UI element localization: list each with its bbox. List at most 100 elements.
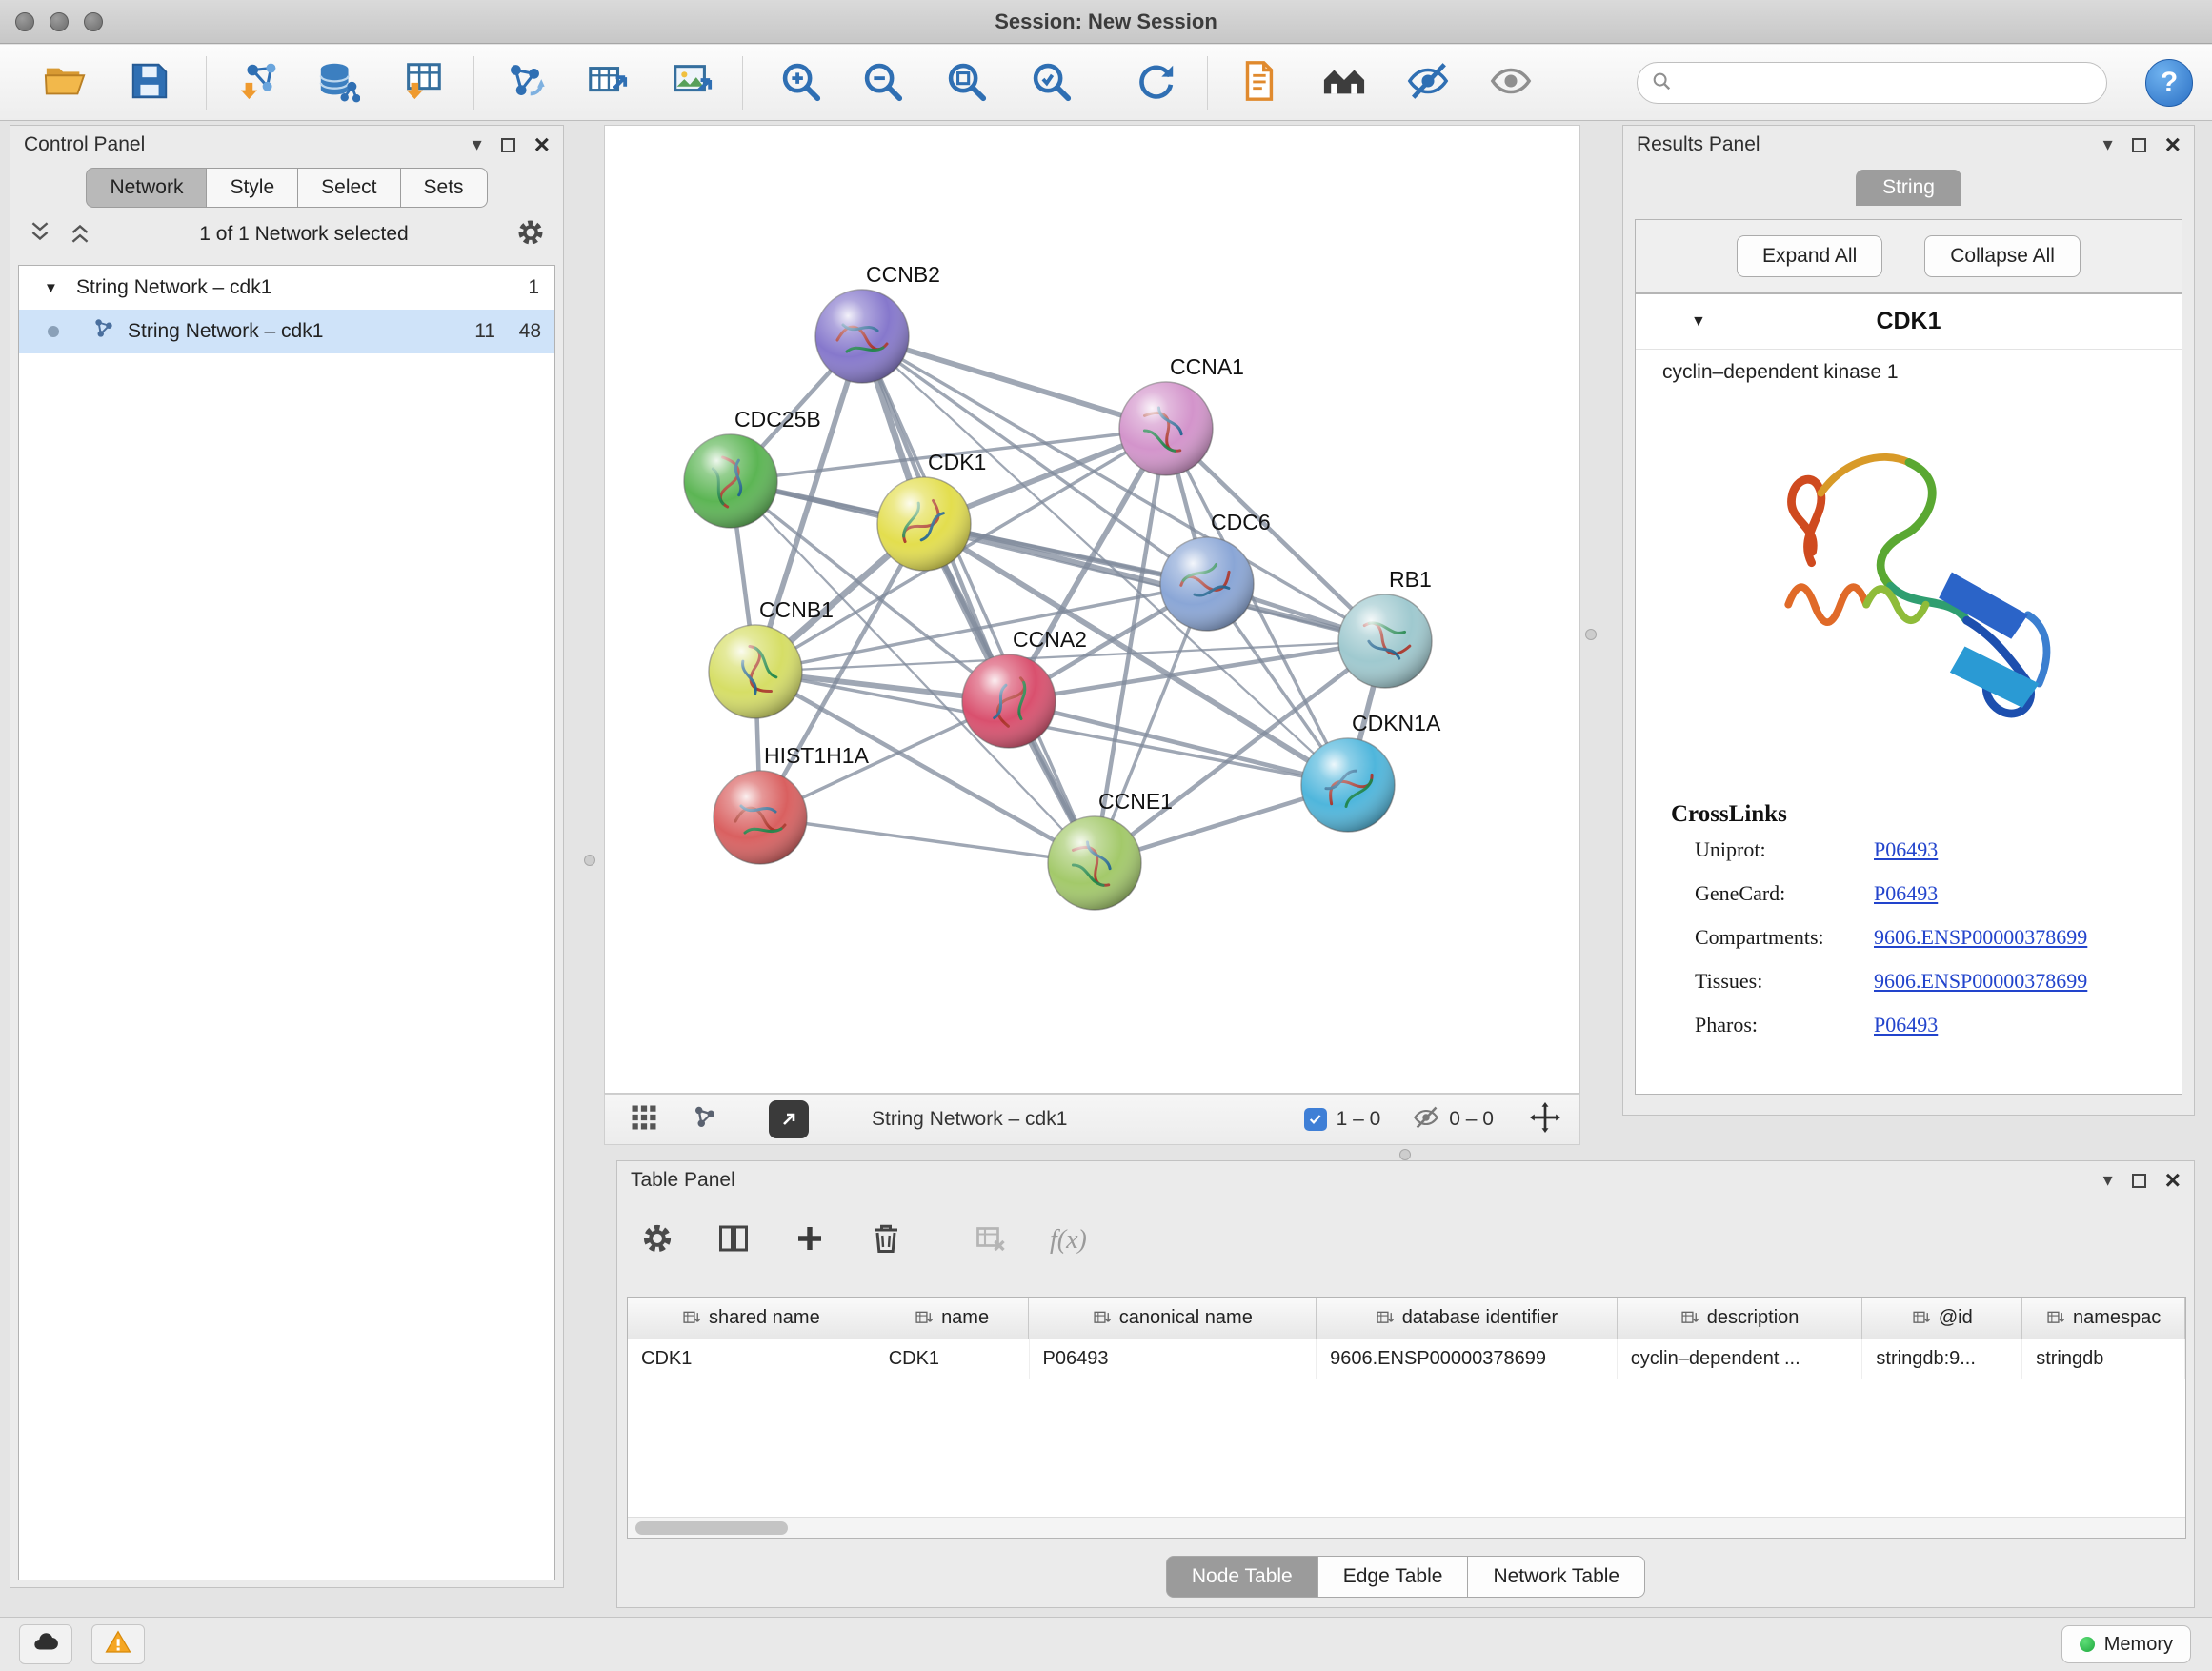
panel-close-icon[interactable]: × xyxy=(534,131,550,158)
document-button[interactable] xyxy=(1228,52,1289,113)
tab-string[interactable]: String xyxy=(1856,170,1961,206)
network-canvas[interactable]: CCNB2CCNA1CDC25BCDK1CDC6RB1CCNB1CCNA2CDK… xyxy=(604,125,1580,1094)
zoom-in-button[interactable] xyxy=(770,52,831,113)
crosslink-value-link[interactable]: P06493 xyxy=(1874,837,1938,862)
left-splitter-handle[interactable] xyxy=(584,855,595,866)
table-cell[interactable]: CDK1 xyxy=(628,1339,875,1379)
network-node-CDC6[interactable] xyxy=(1160,537,1254,631)
close-window-button[interactable] xyxy=(15,12,34,31)
network-node-CCNA2[interactable] xyxy=(962,654,1056,748)
table-horizontal-scrollbar[interactable] xyxy=(628,1517,2185,1538)
selected-checkbox-icon[interactable] xyxy=(1304,1108,1327,1131)
crosslink-value-link[interactable]: 9606.ENSP00000378699 xyxy=(1874,925,2087,950)
collapse-all-networks-icon[interactable] xyxy=(68,220,92,250)
gene-entry-header[interactable]: ▼ CDK1 xyxy=(1636,294,2182,350)
table-cell[interactable]: cyclin–dependent ... xyxy=(1618,1339,1863,1379)
network-options-gear-icon[interactable] xyxy=(515,217,546,252)
table-row[interactable]: CDK1CDK1P064939606.ENSP00000378699cyclin… xyxy=(628,1339,2185,1379)
apply-layout-button[interactable] xyxy=(1125,52,1186,113)
zoom-selected-button[interactable] xyxy=(1020,52,1081,113)
collapse-all-button[interactable]: Collapse All xyxy=(1924,235,2081,277)
network-edge[interactable] xyxy=(760,817,1095,863)
network-node-CCNB1[interactable] xyxy=(709,625,802,718)
network-node-CCNA1[interactable] xyxy=(1119,382,1213,475)
network-edge[interactable] xyxy=(862,336,1166,429)
tab-network-table[interactable]: Network Table xyxy=(1468,1556,1645,1598)
column-header-namespac[interactable]: namespac xyxy=(2022,1298,2185,1339)
show-panels-button[interactable] xyxy=(1480,52,1541,113)
tab-style[interactable]: Style xyxy=(207,168,298,208)
panel-close-icon[interactable]: × xyxy=(2165,131,2181,158)
tab-select[interactable]: Select xyxy=(298,168,400,208)
network-row-selected[interactable]: String Network – cdk1 11 48 xyxy=(19,310,554,353)
homes-button[interactable] xyxy=(1314,52,1375,113)
show-columns-icon[interactable] xyxy=(716,1221,751,1260)
import-network-database-button[interactable] xyxy=(308,52,369,113)
search-input[interactable] xyxy=(1679,72,2093,94)
network-node-HIST1H1A[interactable] xyxy=(714,771,807,864)
create-column-icon[interactable] xyxy=(793,1221,827,1260)
expand-all-button[interactable]: Expand All xyxy=(1737,235,1882,277)
panel-menu-icon[interactable]: ▾ xyxy=(473,135,482,154)
tab-network[interactable]: Network xyxy=(86,168,207,208)
network-node-CCNE1[interactable] xyxy=(1048,816,1141,910)
table-cell[interactable]: stringdb xyxy=(2022,1339,2185,1379)
table-cell[interactable]: P06493 xyxy=(1030,1339,1317,1379)
network-node-RB1[interactable] xyxy=(1338,594,1432,688)
hide-panels-button[interactable] xyxy=(1398,52,1458,113)
network-from-selection-button[interactable] xyxy=(494,52,555,113)
export-table-button[interactable] xyxy=(576,52,637,113)
tab-node-table[interactable]: Node Table xyxy=(1166,1556,1318,1598)
column-header-id[interactable]: @id xyxy=(1862,1298,2022,1339)
column-header-description[interactable]: description xyxy=(1618,1298,1863,1339)
table-options-gear-icon[interactable] xyxy=(640,1221,674,1260)
panel-menu-icon[interactable]: ▾ xyxy=(2103,135,2113,154)
column-header-canonical-name[interactable]: canonical name xyxy=(1029,1298,1317,1339)
network-edge[interactable] xyxy=(924,524,1385,641)
zoom-fit-button[interactable] xyxy=(935,52,996,113)
zoom-window-button[interactable] xyxy=(84,12,103,31)
network-edge[interactable] xyxy=(862,336,1095,863)
network-type-icon[interactable] xyxy=(691,1103,719,1137)
column-header-name[interactable]: name xyxy=(875,1298,1030,1339)
export-image-button[interactable] xyxy=(661,52,722,113)
import-table-button[interactable] xyxy=(392,52,453,113)
network-node-CCNB2[interactable] xyxy=(815,290,909,383)
bottom-splitter-handle[interactable] xyxy=(1399,1149,1411,1160)
birdseye-grid-icon[interactable] xyxy=(630,1103,658,1137)
network-node-CDK1[interactable] xyxy=(877,477,971,571)
table-cell[interactable]: CDK1 xyxy=(875,1339,1030,1379)
minimize-window-button[interactable] xyxy=(50,12,69,31)
panel-maximize-icon[interactable] xyxy=(2132,1174,2146,1188)
tab-edge-table[interactable]: Edge Table xyxy=(1318,1556,1469,1598)
hidden-eye-slash-icon[interactable] xyxy=(1413,1104,1439,1136)
network-collection-row[interactable]: ▼ String Network – cdk1 1 xyxy=(19,266,554,310)
network-node-CDC25B[interactable] xyxy=(684,434,777,528)
network-node-CDKN1A[interactable] xyxy=(1301,738,1395,832)
table-cell[interactable]: 9606.ENSP00000378699 xyxy=(1317,1339,1618,1379)
panel-menu-icon[interactable]: ▾ xyxy=(2103,1171,2113,1190)
column-header-shared-name[interactable]: shared name xyxy=(628,1298,875,1339)
network-view[interactable]: CCNB2CCNA1CDC25BCDK1CDC6RB1CCNB1CCNA2CDK… xyxy=(605,126,1579,1093)
table-cell[interactable]: stringdb:9... xyxy=(1862,1339,2022,1379)
entry-expander-icon[interactable]: ▼ xyxy=(1691,313,1706,331)
delete-column-icon[interactable] xyxy=(869,1221,903,1260)
expand-all-networks-icon[interactable] xyxy=(28,220,52,250)
help-button[interactable]: ? xyxy=(2145,59,2193,107)
warnings-button[interactable] xyxy=(91,1624,145,1664)
detach-view-button[interactable] xyxy=(769,1100,809,1138)
panel-maximize-icon[interactable] xyxy=(501,138,515,152)
pan-crosshair-icon[interactable] xyxy=(1530,1102,1560,1137)
open-session-button[interactable] xyxy=(34,52,95,113)
tab-sets[interactable]: Sets xyxy=(401,168,488,208)
zoom-out-button[interactable] xyxy=(852,52,913,113)
save-session-button[interactable] xyxy=(119,52,180,113)
right-splitter-handle[interactable] xyxy=(1585,629,1597,640)
memory-button[interactable]: Memory xyxy=(2061,1625,2191,1663)
cloud-button[interactable] xyxy=(19,1624,72,1664)
column-header-database-identifier[interactable]: database identifier xyxy=(1317,1298,1618,1339)
crosslink-value-link[interactable]: 9606.ENSP00000378699 xyxy=(1874,969,2087,994)
scrollbar-thumb[interactable] xyxy=(635,1521,788,1535)
import-network-file-button[interactable] xyxy=(228,52,289,113)
tree-expander-icon[interactable]: ▼ xyxy=(44,280,63,296)
